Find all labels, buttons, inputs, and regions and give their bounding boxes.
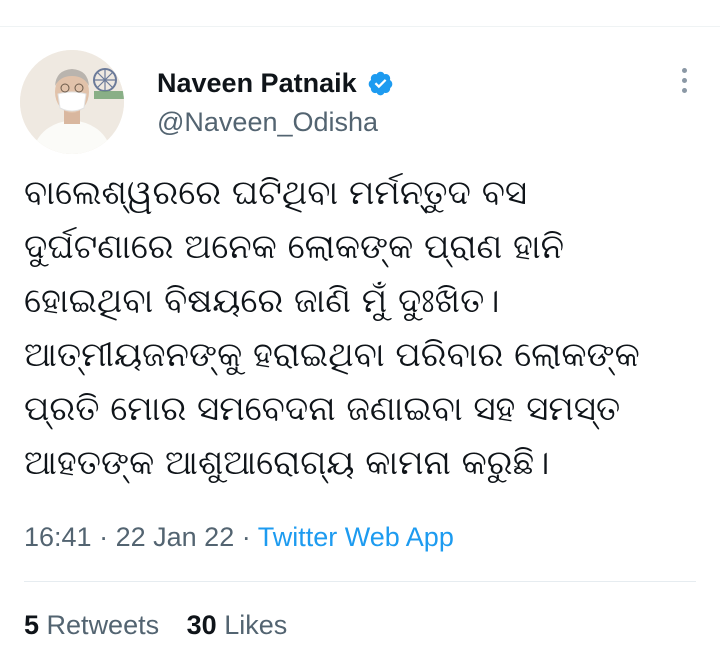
avatar-photo bbox=[20, 50, 124, 154]
more-dot bbox=[681, 88, 687, 93]
author-name-row: Naveen Patnaik bbox=[157, 68, 394, 99]
stats-divider bbox=[24, 581, 696, 582]
author-name[interactable]: Naveen Patnaik bbox=[157, 68, 357, 99]
more-options-icon[interactable] bbox=[678, 68, 690, 98]
tweet-header: Naveen Patnaik @Naveen_Odisha bbox=[157, 68, 394, 138]
tweet-time[interactable]: 16:41 bbox=[24, 522, 92, 552]
retweets-count: 5 bbox=[24, 610, 40, 640]
more-dot bbox=[681, 68, 687, 73]
verified-badge-icon[interactable] bbox=[367, 70, 394, 97]
meta-separator: · bbox=[241, 522, 251, 552]
top-divider bbox=[0, 26, 720, 27]
likes-count: 30 bbox=[186, 610, 217, 640]
tweet-stats: 5 Retweets 30 Likes bbox=[24, 610, 287, 641]
author-handle[interactable]: @Naveen_Odisha bbox=[157, 107, 394, 138]
retweets-stat[interactable]: 5 Retweets bbox=[24, 610, 159, 640]
tweet-date[interactable]: 22 Jan 22 bbox=[116, 522, 235, 552]
tweet-text: ବାଲେଶ୍ୱରରେ ଘଟିଥିବା ମର୍ମନ୍ତୁଦ ବସ ଦୁର୍ଘଟଣା… bbox=[24, 173, 640, 483]
retweets-label: Retweets bbox=[46, 610, 160, 640]
tweet-source-link[interactable]: Twitter Web App bbox=[258, 522, 454, 552]
tweet-meta: 16:41 · 22 Jan 22 · Twitter Web App bbox=[24, 522, 454, 553]
more-dot bbox=[681, 78, 687, 83]
likes-label: Likes bbox=[224, 610, 288, 640]
likes-stat[interactable]: 30 Likes bbox=[187, 610, 288, 640]
meta-separator: · bbox=[99, 522, 109, 552]
avatar[interactable] bbox=[20, 50, 124, 154]
